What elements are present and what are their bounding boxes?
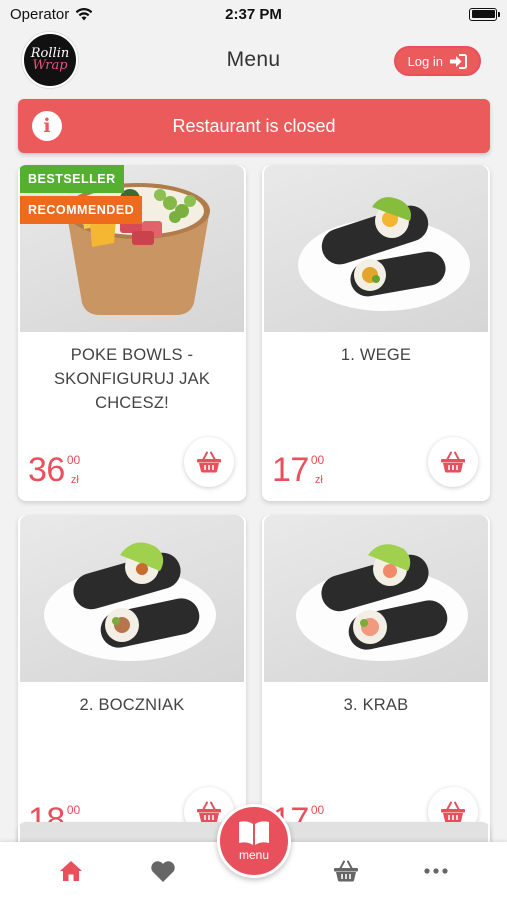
- info-icon: i: [32, 111, 62, 141]
- more-icon: [424, 868, 448, 874]
- tab-cart[interactable]: [316, 842, 376, 900]
- status-bar: Operator 2:37 PM: [0, 0, 507, 28]
- basket-icon: [197, 801, 221, 823]
- product-card-krab[interactable]: 3. KRAB 17 00zł: [262, 515, 490, 851]
- product-image-krab: [264, 515, 488, 682]
- basket-icon: [441, 801, 465, 823]
- restaurant-logo[interactable]: Rollin Wrap: [22, 32, 78, 88]
- product-name: POKE BOWLS - SKONFIGURUJ JAK CHCESZ!: [53, 346, 211, 412]
- carrier-info: Operator: [10, 6, 93, 23]
- app-header: Rollin Wrap Menu Log in: [0, 28, 507, 92]
- tab-more[interactable]: [406, 842, 466, 900]
- heart-icon: [151, 860, 175, 882]
- price-cents: 00: [310, 453, 325, 467]
- product-image-wege: [264, 165, 488, 332]
- price-cents: 00: [66, 453, 81, 467]
- price-cents: 00: [66, 803, 81, 817]
- product-price: 17 00 zł: [272, 453, 324, 487]
- product-card-boczniak[interactable]: 2. BOCZNIAK 18 00zł: [18, 515, 246, 851]
- add-to-cart-button[interactable]: [428, 437, 478, 487]
- logo-text-bottom: Wrap: [32, 58, 68, 73]
- price-currency: zł: [70, 474, 79, 486]
- battery-icon: [469, 7, 500, 21]
- restaurant-closed-banner: i Restaurant is closed: [18, 99, 490, 153]
- product-name: 2. BOCZNIAK: [79, 696, 185, 714]
- login-button[interactable]: Log in: [393, 46, 481, 76]
- product-name: 3. KRAB: [343, 696, 409, 714]
- carrier-name: Operator: [10, 5, 70, 23]
- login-label: Log in: [407, 53, 443, 69]
- page-title: Menu: [226, 48, 281, 71]
- price-cents: 00: [310, 803, 325, 817]
- basket-icon: [334, 860, 358, 882]
- price-main: 36: [28, 451, 65, 489]
- product-card-poke-bowls[interactable]: BESTSELLER RECOMMENDED POKE BOWLS - SKON…: [18, 165, 246, 501]
- basket-icon: [441, 451, 465, 473]
- basket-icon: [197, 451, 221, 473]
- bestseller-badge: BESTSELLER: [20, 165, 124, 193]
- price-main: 17: [272, 451, 309, 489]
- tab-favorites[interactable]: [133, 842, 193, 900]
- menu-button-label: menu: [238, 848, 270, 862]
- menu-button[interactable]: menu: [217, 804, 291, 878]
- home-icon: [60, 861, 82, 881]
- wifi-icon: [75, 7, 93, 21]
- product-card-wege[interactable]: 1. WEGE 17 00 zł: [262, 165, 490, 501]
- product-price: 36 00 zł: [28, 453, 80, 487]
- tab-home[interactable]: [41, 842, 101, 900]
- closed-message: Restaurant is closed: [172, 115, 336, 136]
- product-image-boczniak: [20, 515, 244, 682]
- book-icon: [239, 821, 269, 845]
- product-name: 1. WEGE: [340, 346, 412, 364]
- sign-in-icon: [450, 53, 467, 69]
- recommended-badge: RECOMMENDED: [20, 196, 143, 224]
- price-currency: zł: [314, 474, 323, 486]
- add-to-cart-button[interactable]: [184, 437, 234, 487]
